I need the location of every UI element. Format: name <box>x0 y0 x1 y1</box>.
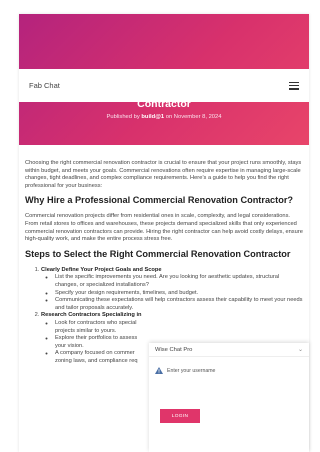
step-sub-text: your vision. <box>55 342 84 349</box>
step-sub-item: List the specific improvements you need.… <box>55 274 303 289</box>
intro-paragraph: Choosing the right commercial renovation… <box>25 160 302 189</box>
step-sub-item: Communicating these expectations will he… <box>55 297 303 312</box>
step-sub-text: Look for contractors who special <box>55 319 137 326</box>
step-sub-item: Specify your design requirements, timeli… <box>55 290 303 298</box>
chat-body: Enter your username <box>149 357 309 374</box>
chat-widget: Wise Chat Pro ⌄ Enter your username LOGI… <box>149 343 309 452</box>
chevron-down-icon[interactable]: ⌄ <box>298 346 303 353</box>
step-sub-text: projects similar to yours. <box>55 327 117 334</box>
step-title: Clearly Define Your Project Goals and Sc… <box>41 266 162 273</box>
chat-warning: Enter your username <box>155 367 303 374</box>
step-sub-text: Explore their portfolios to assess <box>55 335 138 342</box>
published-prefix: Published by <box>106 114 140 120</box>
warning-icon <box>155 367 163 374</box>
post-title: Contractor <box>137 98 191 110</box>
hamburger-icon[interactable] <box>289 81 299 90</box>
step-item: Clearly Define Your Project Goals and Sc… <box>41 267 303 313</box>
step-sublist: List the specific improvements you need.… <box>41 274 303 312</box>
chat-title: Wise Chat Pro <box>155 346 193 353</box>
login-button[interactable]: LOGIN <box>160 409 200 423</box>
why-paragraph: Commercial renovation projects differ fr… <box>25 213 303 243</box>
chat-header[interactable]: Wise Chat Pro ⌄ <box>149 343 309 357</box>
step-sub-text: A company focused on commer <box>55 350 135 357</box>
post-author[interactable]: build@1 <box>141 114 164 120</box>
article-body: Choosing the right commercial renovation… <box>25 160 303 365</box>
site-brand[interactable]: Fab Chat <box>29 81 60 90</box>
step-title: Research Contractors Specializing in <box>41 312 142 319</box>
post-date: on November 8, 2024 <box>165 114 222 120</box>
heading-steps: Steps to Select the Right Commercial Ren… <box>25 248 291 259</box>
heading-why: Why Hire a Professional Commercial Renov… <box>25 195 294 206</box>
post-meta: Published by build@1 on November 8, 2024 <box>19 114 309 120</box>
step-sub-item: Look for contractors who special project… <box>55 320 303 335</box>
step-sub-text: zoning laws, and compliance req <box>55 357 138 364</box>
chat-message: Enter your username <box>167 367 216 374</box>
